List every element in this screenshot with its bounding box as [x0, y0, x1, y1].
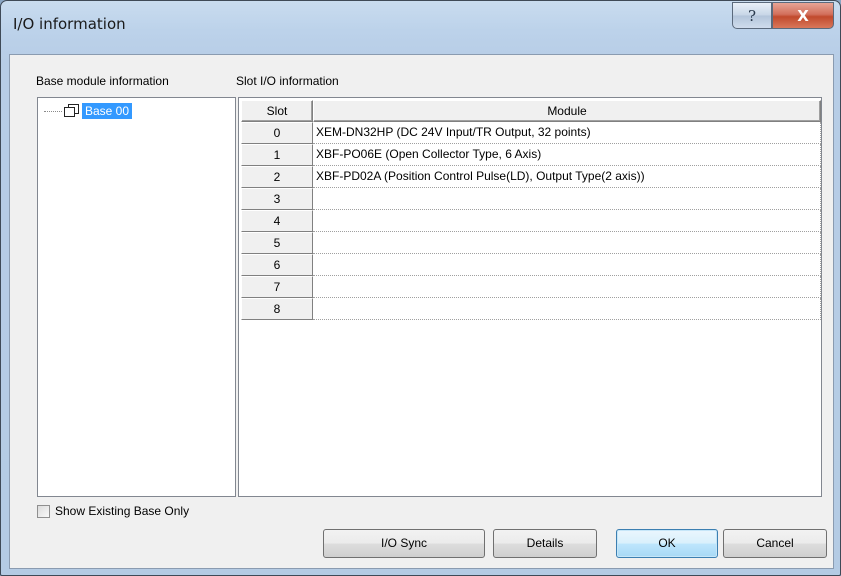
slot-io-label: Slot I/O information	[236, 74, 339, 88]
ok-button[interactable]: OK	[616, 529, 718, 558]
title-bar[interactable]: I/O information ? X	[1, 1, 840, 53]
base-module-tree[interactable]: Base 00	[37, 97, 236, 497]
cancel-button[interactable]: Cancel	[723, 529, 827, 558]
column-header-slot[interactable]: Slot	[241, 100, 313, 122]
module-cell[interactable]	[313, 232, 821, 254]
window-title: I/O information	[13, 15, 126, 33]
slot-cell: 5	[241, 232, 313, 254]
table-row[interactable]: 1 XBF-PO06E (Open Collector Type, 6 Axis…	[241, 144, 821, 166]
slot-cell: 8	[241, 298, 313, 320]
table-row[interactable]: 3	[241, 188, 821, 210]
io-sync-button[interactable]: I/O Sync	[323, 529, 485, 558]
slot-io-grid[interactable]: Slot Module 0 XEM-DN32HP (DC 24V Input/T…	[238, 97, 822, 497]
module-cell[interactable]	[313, 210, 821, 232]
table-row[interactable]: 0 XEM-DN32HP (DC 24V Input/TR Output, 32…	[241, 122, 821, 144]
table-row[interactable]: 4	[241, 210, 821, 232]
help-icon: ?	[747, 6, 757, 25]
module-cell[interactable]	[313, 188, 821, 210]
table-row[interactable]: 2 XBF-PD02A (Position Control Pulse(LD),…	[241, 166, 821, 188]
io-information-dialog: I/O information ? X Base module informat…	[0, 0, 841, 576]
dialog-client-area: Base module information Slot I/O informa…	[9, 54, 834, 569]
slot-cell: 4	[241, 210, 313, 232]
base-module-label: Base module information	[36, 74, 169, 88]
details-button[interactable]: Details	[493, 529, 597, 558]
tree-item-label: Base 00	[82, 103, 133, 119]
close-icon: X	[797, 6, 809, 25]
module-cell[interactable]	[313, 298, 821, 320]
slot-cell: 6	[241, 254, 313, 276]
close-button[interactable]: X	[772, 2, 834, 29]
checkbox-box[interactable]	[37, 504, 50, 518]
module-cell[interactable]: XBF-PO06E (Open Collector Type, 6 Axis)	[313, 144, 821, 166]
slot-cell: 2	[241, 166, 313, 188]
help-button[interactable]: ?	[732, 2, 772, 29]
table-row[interactable]: 5	[241, 232, 821, 254]
table-row[interactable]: 8	[241, 298, 821, 320]
tree-connector	[44, 110, 62, 112]
base-module-icon	[64, 104, 80, 118]
slot-cell: 7	[241, 276, 313, 298]
slot-cell: 0	[241, 122, 313, 144]
table-row[interactable]: 7	[241, 276, 821, 298]
slot-cell: 1	[241, 144, 313, 166]
checkbox-label: Show Existing Base Only	[55, 504, 190, 518]
module-cell[interactable]	[313, 276, 821, 298]
column-header-module[interactable]: Module	[313, 100, 821, 122]
tree-item-base-00[interactable]: Base 00	[44, 103, 133, 119]
show-existing-base-checkbox[interactable]: Show Existing Base Only	[37, 504, 189, 518]
slot-cell: 3	[241, 188, 313, 210]
module-cell[interactable]: XEM-DN32HP (DC 24V Input/TR Output, 32 p…	[313, 122, 821, 144]
module-cell[interactable]	[313, 254, 821, 276]
table-row[interactable]: 6	[241, 254, 821, 276]
module-cell[interactable]: XBF-PD02A (Position Control Pulse(LD), O…	[313, 166, 821, 188]
